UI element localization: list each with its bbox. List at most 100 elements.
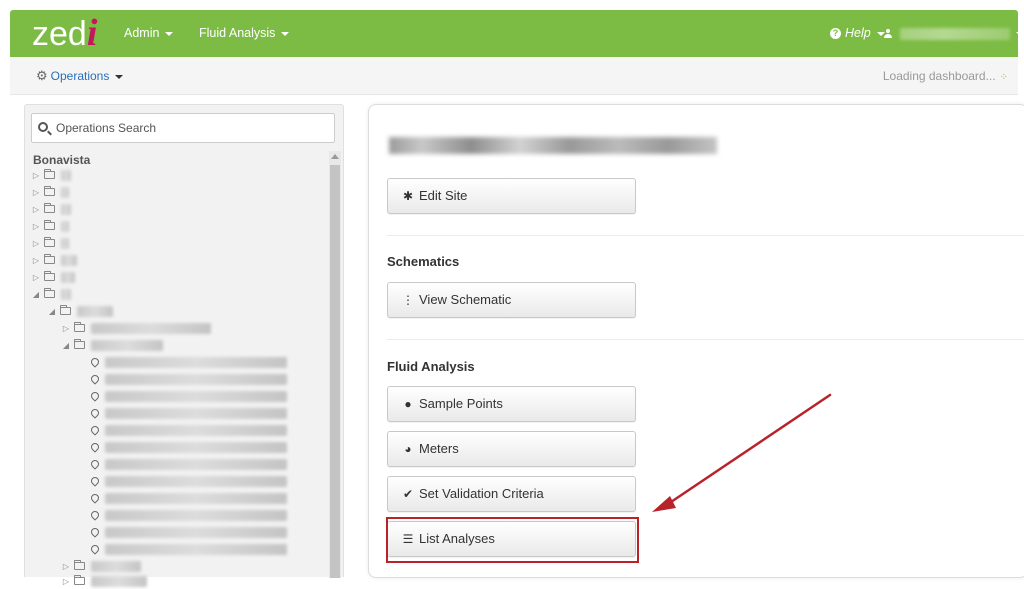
tree-item-label-redacted — [105, 373, 287, 385]
tree-leaf[interactable] — [89, 354, 287, 370]
tree-item[interactable]: ▷ — [31, 218, 69, 234]
tree-item-label-redacted — [91, 560, 141, 572]
tree-leaf[interactable] — [89, 371, 287, 387]
expand-icon: ▷ — [32, 170, 40, 180]
caret-down-icon — [281, 31, 290, 36]
map-marker-icon — [89, 356, 101, 368]
tree-item-label-redacted — [105, 356, 287, 368]
tree-item-expanded[interactable]: ◢ — [31, 286, 71, 302]
question-circle-icon: ? — [830, 28, 841, 40]
tree-item-label-redacted — [77, 305, 113, 317]
tree-item-expanded[interactable]: ◢ — [61, 337, 163, 353]
tree-leaf[interactable] — [89, 541, 287, 557]
set-validation-criteria-button[interactable]: ✔ Set Validation Criteria — [387, 476, 636, 512]
tree-item-label-redacted — [105, 424, 287, 436]
tree-leaf[interactable] — [89, 524, 287, 540]
folder-icon — [44, 186, 55, 196]
edit-site-button[interactable]: ✱ Edit Site — [387, 178, 636, 214]
spinner-icon: ⁘ — [999, 72, 1008, 83]
user-name-redacted — [900, 27, 1010, 40]
map-marker-icon — [89, 509, 101, 521]
tree-leaf[interactable] — [89, 439, 287, 455]
help-menu[interactable]: ? Help — [830, 10, 885, 57]
folder-icon — [44, 288, 55, 298]
tree-leaf[interactable] — [89, 456, 287, 472]
user-menu[interactable] — [884, 10, 1024, 57]
logo-accent-letter: i — [86, 12, 98, 54]
expand-icon: ▷ — [32, 187, 40, 197]
collapse-icon: ◢ — [62, 340, 70, 350]
expand-icon: ▷ — [32, 204, 40, 214]
tree-item[interactable]: ▷ — [31, 201, 71, 217]
logo-text: zed — [32, 15, 87, 53]
tree-item[interactable]: ▷ — [61, 573, 147, 589]
search-icon — [38, 122, 48, 132]
view-schematic-button[interactable]: ⋮ View Schematic — [387, 282, 636, 318]
zedi-logo[interactable]: zedi — [32, 10, 97, 57]
scrollbar-thumb[interactable] — [330, 165, 340, 578]
tree-item[interactable]: ▷ — [31, 235, 69, 251]
folder-icon — [60, 305, 71, 315]
sample-points-label: Sample Points — [419, 396, 503, 411]
folder-icon — [44, 254, 55, 264]
tree-leaf[interactable] — [89, 422, 287, 438]
map-marker-icon — [89, 424, 101, 436]
tree-item-label-redacted — [61, 237, 69, 249]
folder-icon — [74, 339, 85, 349]
section-divider — [387, 235, 1024, 236]
highlight-box — [386, 517, 639, 563]
fluid-analysis-heading: Fluid Analysis — [387, 359, 475, 374]
caret-down-icon — [115, 74, 124, 79]
map-marker-icon — [89, 373, 101, 385]
expand-icon: ▷ — [32, 272, 40, 282]
tree-leaf[interactable] — [89, 405, 287, 421]
expand-icon: ▷ — [32, 255, 40, 265]
tree-item[interactable]: ▷ — [31, 252, 77, 268]
operations-bar: ⚙ Operations Loading dashboard... ⁘ — [10, 57, 1018, 95]
tree-item-label-redacted — [105, 441, 287, 453]
tree-leaf[interactable] — [89, 507, 287, 523]
loading-status: Loading dashboard... ⁘ — [883, 69, 1008, 83]
scroll-up-icon[interactable] — [331, 154, 339, 159]
tree-item-label-redacted — [61, 203, 71, 215]
expand-icon: ▷ — [62, 576, 70, 586]
tree-item-label-redacted — [91, 575, 147, 587]
tree-item-expanded[interactable]: ◢ — [47, 303, 113, 319]
operations-label: Operations — [50, 69, 110, 83]
meters-button[interactable]: ◕ Meters — [387, 431, 636, 467]
tree-item-label-redacted — [105, 526, 287, 538]
dashboard-icon: ◕ — [404, 442, 412, 456]
tree-item-label-redacted — [61, 288, 71, 300]
tree-leaf[interactable] — [89, 490, 287, 506]
tree-leaf[interactable] — [89, 473, 287, 489]
sidebar-scrollbar[interactable] — [329, 151, 341, 578]
set-validation-criteria-label: Set Validation Criteria — [419, 486, 544, 501]
user-icon — [884, 29, 892, 39]
view-schematic-label: View Schematic — [419, 292, 512, 307]
tree-item-label-redacted — [105, 543, 287, 555]
operations-sidebar: Bonavista ▷ ▷ ▷ ▷ ▷ ▷ ▷ ◢ ◢ ▷ ◢ ▷ ▷ — [24, 104, 344, 587]
tree-item[interactable]: ▷ — [61, 320, 211, 336]
map-marker-icon — [89, 390, 101, 402]
operations-menu[interactable]: ⚙ Operations — [36, 68, 124, 84]
admin-menu[interactable]: Admin — [124, 10, 174, 57]
folder-icon — [44, 203, 55, 213]
tree-item[interactable]: ▷ — [31, 269, 75, 285]
tree-item[interactable]: ▷ — [31, 167, 71, 183]
folder-icon — [44, 271, 55, 281]
site-panel: ✱ Edit Site Schematics ⋮ View Schematic Fl… — [368, 104, 1024, 578]
tree-leaf[interactable] — [89, 388, 287, 404]
operations-search-input[interactable] — [31, 113, 335, 143]
tree-item-label-redacted — [105, 458, 287, 470]
tree-root-label[interactable]: Bonavista — [33, 153, 90, 167]
map-marker-icon — [89, 407, 101, 419]
expand-icon: ▷ — [62, 323, 70, 333]
fluid-analysis-menu[interactable]: Fluid Analysis — [199, 10, 290, 57]
expand-icon: ▷ — [32, 221, 40, 231]
tree-item[interactable]: ▷ — [31, 184, 69, 200]
tree-item-label-redacted — [105, 492, 287, 504]
tree-item-label-redacted — [61, 169, 71, 181]
sample-points-button[interactable]: ● Sample Points — [387, 386, 636, 422]
folder-icon — [74, 575, 85, 585]
tree-item[interactable]: ▷ — [61, 558, 141, 574]
